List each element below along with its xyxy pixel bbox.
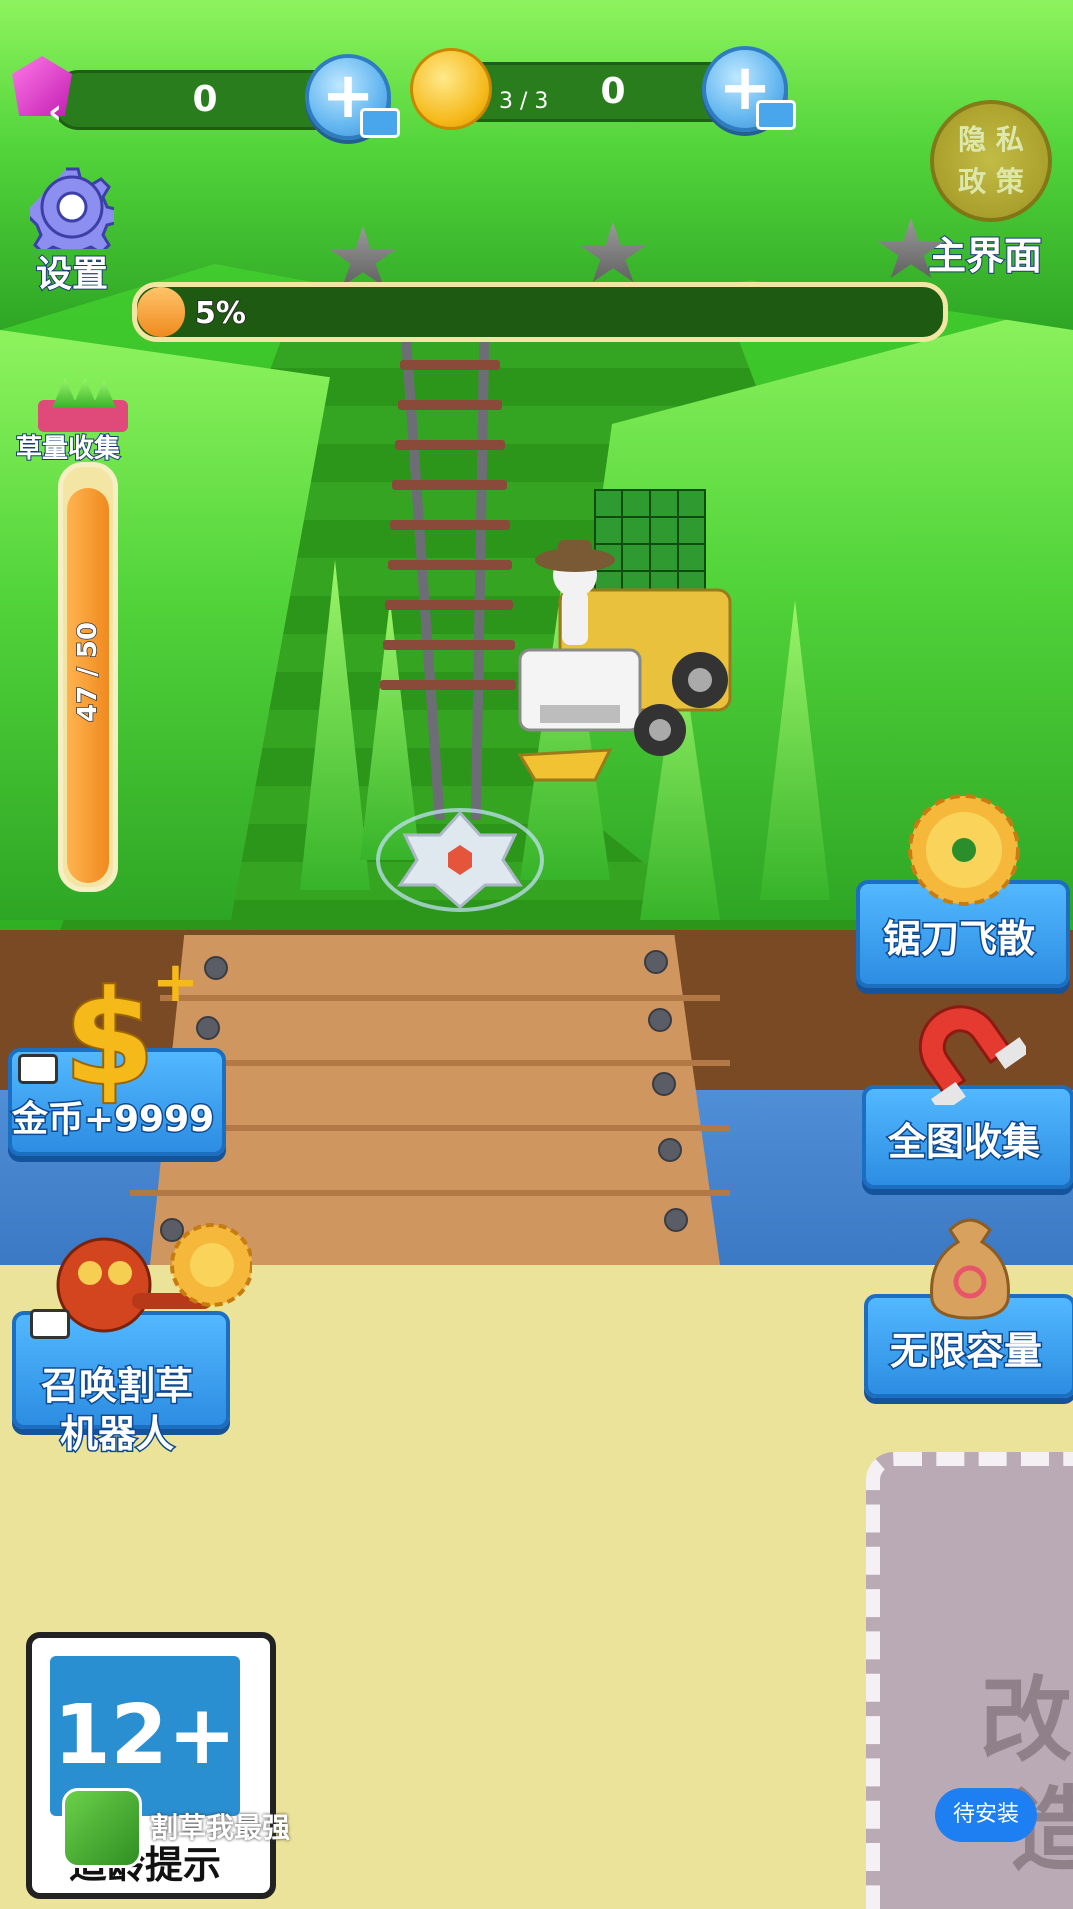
home-label: 主界面 — [927, 233, 1043, 279]
grass-collect-label: 草量收集 — [15, 433, 121, 465]
summon-robot-label: 机器人 — [58, 1411, 175, 1458]
rail-track — [380, 340, 520, 820]
install-button[interactable]: 待安装 — [935, 1788, 1037, 1842]
map-collect-button[interactable]: 全图收集 — [856, 995, 1073, 1190]
plank-seam — [130, 1190, 730, 1196]
plank-seam — [140, 1125, 730, 1131]
privacy-label: 隐 私 — [958, 123, 1024, 156]
settings-button[interactable]: 设置 — [22, 165, 122, 296]
level-progress-fill — [137, 287, 186, 337]
privacy-label: 政 策 — [958, 165, 1024, 198]
app-name: 割草我最强 — [150, 1811, 291, 1844]
coins-bonus-button[interactable]: $ + 金币+9999 — [4, 950, 226, 1160]
summon-robot-label: 召唤割草 — [39, 1363, 194, 1410]
back-arrow-icon[interactable]: ‹ — [48, 92, 62, 132]
saw-scatter-label: 锯刀飞散 — [881, 916, 1036, 963]
settings-label: 设置 — [35, 253, 109, 296]
saw-scatter-button[interactable]: 锯刀飞散 — [856, 790, 1071, 990]
plus-icon: + — [152, 950, 199, 1015]
plank-seam — [160, 995, 720, 1001]
privacy-policy-button[interactable]: 隐 私 政 策 — [930, 100, 1052, 222]
coin-daily-counter: 3 / 3 — [499, 89, 549, 114]
video-icon — [18, 1054, 58, 1084]
level-progress-text: 5% — [194, 295, 246, 332]
coin-count: 0 — [600, 71, 626, 112]
saw-blade-icon — [908, 794, 1020, 906]
video-icon — [360, 108, 400, 138]
grass-basket-icon — [38, 378, 128, 434]
video-icon — [30, 1309, 70, 1339]
grass-capacity-text: 47 / 50 — [72, 621, 104, 722]
map-collect-label: 全图收集 — [886, 1119, 1041, 1166]
money-bag-icon — [930, 1218, 1010, 1320]
bolt — [658, 1138, 682, 1162]
game-scene: 改 造 0 ‹ + 3 / 3 0 + 隐 私 政 策 设置 主界面 5% 草量… — [0, 0, 1073, 1909]
home-button[interactable]: 主界面 — [927, 215, 1058, 279]
bolt — [664, 1208, 688, 1232]
unlimited-capacity-label: 无限容量 — [888, 1328, 1043, 1375]
bolt — [644, 950, 668, 974]
saw-blade-icon — [375, 805, 545, 915]
tall-grass-top — [0, 0, 1073, 330]
bolt — [648, 1008, 672, 1032]
level-progress-bar: 5% — [132, 282, 948, 342]
bolt — [652, 1072, 676, 1096]
coin-icon — [410, 48, 492, 130]
unlimited-capacity-button[interactable]: 无限容量 — [860, 1210, 1073, 1400]
app-icon — [62, 1788, 142, 1868]
magnet-icon — [918, 1005, 1026, 1105]
summon-robot-button[interactable]: 召唤割草 机器人 — [8, 1215, 288, 1458]
lawnmower-player — [500, 480, 750, 820]
grass-capacity-bar: 47 / 50 — [58, 462, 118, 892]
video-icon — [756, 100, 796, 130]
gear-icon — [30, 167, 114, 249]
coins-bonus-label: 金币+9999 — [10, 1098, 215, 1142]
plank-seam — [150, 1060, 730, 1066]
